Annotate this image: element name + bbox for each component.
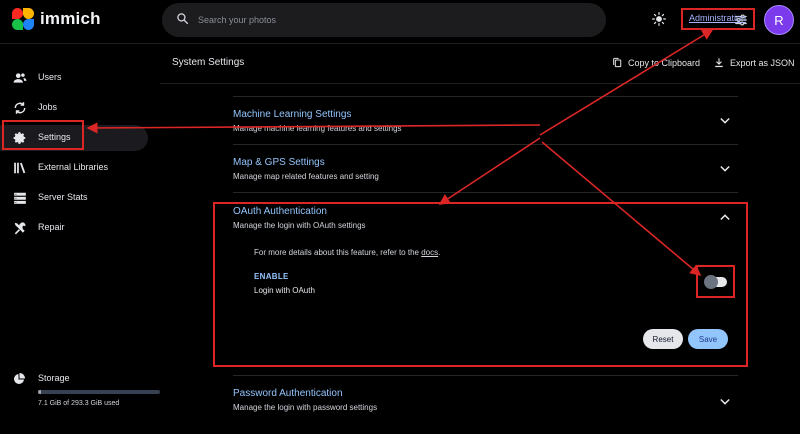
oauth-details-text: For more details about this feature, ref… [254,248,440,257]
server-icon [14,192,26,204]
users-icon [13,73,27,83]
page-header: System Settings Copy to Clipboard Export… [160,44,800,84]
save-button[interactable]: Save [688,329,728,349]
sidebar-item-server-stats[interactable]: Server Stats [0,185,148,211]
details-suffix: . [438,248,441,257]
sidebar-item-label: Users [38,72,62,82]
docs-link[interactable]: docs [421,248,438,257]
sidebar-item-jobs[interactable]: Jobs [0,95,148,121]
chevron-down-icon[interactable] [720,117,730,125]
administration-highlight-box [681,8,755,30]
panel-machine-learning[interactable]: Machine Learning Settings Manage machine… [233,96,738,144]
storage-progress-bar [38,390,160,394]
sidebar-item-repair[interactable]: Repair [0,215,148,241]
user-avatar[interactable]: R [764,5,794,35]
sidebar-item-external-libraries[interactable]: External Libraries [0,155,148,181]
reset-button[interactable]: Reset [643,329,683,349]
panel-subtitle: Manage map related features and setting [233,172,379,181]
panel-title: Map & GPS Settings [233,157,325,168]
oauth-enable-toggle[interactable] [704,275,727,289]
sidebar-item-label: Jobs [38,102,58,112]
library-icon [14,162,26,174]
panel-subtitle: Manage the login with password settings [233,403,378,412]
copy-icon [613,57,622,68]
panel-password[interactable]: Password Authentication Manage the login… [233,375,738,423]
download-icon [715,58,723,68]
copy-label: Copy to Clipboard [628,57,701,68]
copy-to-clipboard-button[interactable]: Copy to Clipboard [612,57,700,68]
page-title: System Settings [172,57,245,68]
chevron-down-icon[interactable] [720,165,730,173]
sidebar-item-label: External Libraries [38,162,109,172]
enable-description: Login with OAuth [254,286,315,295]
panel-map-gps[interactable]: Map & GPS Settings Manage map related fe… [233,144,738,192]
export-label: Export as JSON [730,57,795,68]
main-content: System Settings Copy to Clipboard Export… [160,44,800,434]
details-prefix: For more details about this feature, ref… [254,248,422,257]
tools-icon [14,222,26,235]
search-bar[interactable] [162,3,747,37]
panel-subtitle: Manage machine learning features and set… [233,124,402,133]
storage-progress-fill [38,390,41,394]
storage-usage-text: 7.1 GiB of 293.3 GiB used [38,400,120,407]
sidebar-item-users[interactable]: Users [0,65,148,91]
sun-icon[interactable] [652,12,666,26]
enable-label: ENABLE [254,272,289,281]
toggle-knob [704,275,718,289]
app-logo[interactable]: immich [12,8,101,30]
search-input[interactable] [198,10,558,30]
immich-logo-icon [12,8,34,30]
sidebar-item-label: Repair [38,222,65,232]
app-name: immich [40,9,101,28]
sync-icon [14,102,26,114]
chevron-down-icon[interactable] [720,398,730,406]
panel-title: Password Authentication [233,388,343,399]
pie-chart-icon [14,373,25,384]
top-bar: immich Administration R [0,0,800,44]
sidebar-item-label: Server Stats [38,192,88,202]
settings-highlight-box [2,120,84,150]
panel-title: Machine Learning Settings [233,109,352,120]
storage-label: Storage [38,373,70,383]
export-json-button[interactable]: Export as JSON [714,57,795,68]
search-icon [177,13,189,25]
